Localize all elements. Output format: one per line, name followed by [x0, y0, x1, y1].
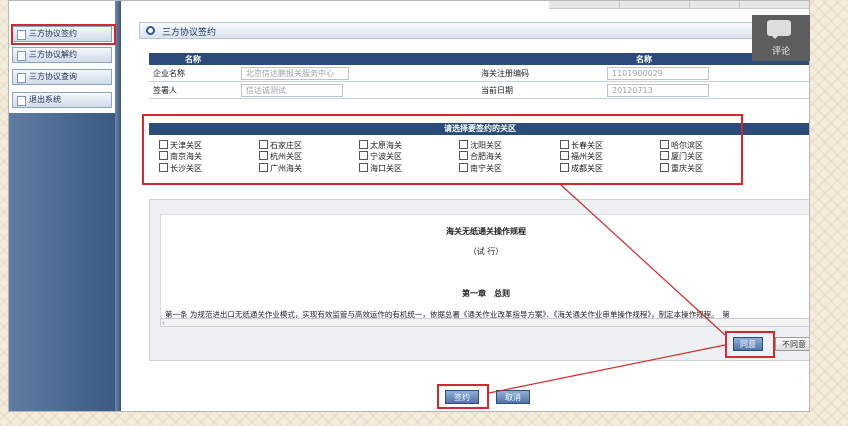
app-window: 三方协议签约 三方协议解约 三方协议查询 退出系统 三方协议签约 名称 名称 企… [8, 0, 810, 412]
comment-label: 评论 [771, 47, 790, 57]
comment-bubble-icon [767, 20, 791, 39]
comment-widget[interactable]: 评论 [752, 15, 810, 61]
annotation-arrows [488, 184, 726, 394]
